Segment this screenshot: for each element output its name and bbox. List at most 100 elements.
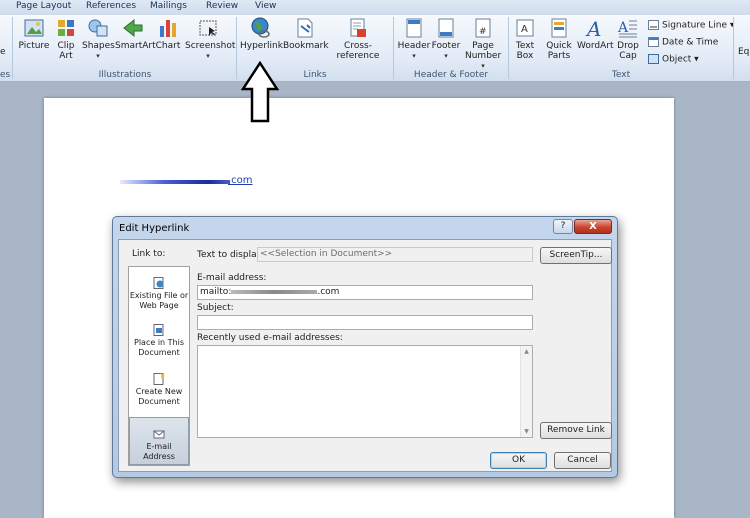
tab-mailings[interactable]: Mailings [150,1,187,11]
screenshot-button[interactable]: Screenshot ▾ [185,17,235,61]
link-to-place-in-document[interactable]: Place in This Document [129,324,189,358]
link-to-email-address[interactable]: E-mail Address [129,417,189,465]
text-to-display-label: Text to display: [197,250,265,260]
close-button[interactable]: X [574,219,612,234]
date-time-label: Date & Time [662,37,719,48]
scroll-down-icon[interactable]: ▼ [521,428,532,435]
hyperlink-label: Hyperlink [240,41,283,51]
tab-view[interactable]: View [255,1,276,11]
partial-group-label: es [0,70,11,80]
illustrations-group-label: Illustrations [98,70,152,80]
subject-label: Subject: [197,303,234,313]
quick-parts-icon [548,17,570,39]
bookmark-icon [293,17,315,39]
shapes-button[interactable]: Shapes ▾ [82,17,115,61]
dialog-title: Edit Hyperlink [119,223,190,234]
screenshot-label: Screenshot [185,41,236,51]
object-label: Object [662,54,692,65]
date-time-button[interactable]: Date & Time [648,37,718,49]
cross-reference-icon [347,17,369,39]
document-hyperlink[interactable]: .com [228,175,253,186]
link-to-label: Link to: [132,249,166,259]
object-button[interactable]: Object ▾ [648,54,699,66]
smartart-label: SmartArt [115,41,156,51]
page-number-button[interactable]: # Page Number ▾ [463,17,503,71]
edit-hyperlink-dialog: Edit Hyperlink ? X Link to: Existing Fil… [112,216,618,478]
recent-emails-label: Recently used e-mail addresses: [197,333,343,343]
tab-references[interactable]: References [86,1,136,11]
object-icon [648,54,659,64]
hyperlink-button[interactable]: Hyperlink [240,17,283,51]
header-label: Header [397,41,431,51]
partial-equation-label: Eq [738,47,750,57]
header-icon [403,17,425,39]
email-address-label: E-mail address: [197,273,267,283]
ribbon-tab-bar: Page Layout References Mailings Review V… [0,0,750,15]
cross-reference-button[interactable]: Cross-reference [327,17,389,61]
svg-text:#: # [479,27,487,37]
document-place-icon [153,324,165,336]
chart-label: Chart [155,41,181,51]
remove-link-button[interactable]: Remove Link [540,422,612,439]
recent-emails-list[interactable]: ▲ ▼ [197,345,533,438]
clip-art-button[interactable]: Clip Art [54,17,78,61]
clip-art-icon [55,17,77,39]
calendar-icon [648,37,659,47]
new-document-icon [153,373,165,385]
ribbon: e es Picture Clip Art Shapes ▾ SmartArt … [0,15,750,82]
text-box-label: Text Box [515,41,535,61]
signature-line-label: Signature Line [662,20,728,31]
link-to-existing-file[interactable]: Existing File or Web Page [129,277,189,311]
tab-review[interactable]: Review [206,1,238,11]
dialog-body: Link to: Existing File or Web Page Place… [118,239,612,472]
text-box-button[interactable]: A Text Box [511,17,539,61]
email-address-field[interactable]: mailto: .com [197,285,533,300]
text-box-icon: A [514,17,536,39]
footer-button[interactable]: Footer ▾ [431,17,461,61]
header-footer-group-label: Header & Footer [413,70,489,80]
drop-cap-button[interactable]: A Drop Cap [614,17,642,61]
svg-text:A: A [521,24,528,35]
signature-line-icon [648,20,659,30]
link-to-new-document[interactable]: Create New Document [129,373,189,407]
help-button[interactable]: ? [553,219,573,234]
picture-icon [23,17,45,39]
footer-icon [435,17,457,39]
cross-reference-label: Cross-reference [336,41,380,61]
svg-text:A: A [585,17,601,39]
cancel-button[interactable]: Cancel [554,452,611,469]
smartart-button[interactable]: SmartArt [115,17,156,51]
close-icon: X [589,221,597,232]
shapes-icon [87,17,109,39]
chart-icon [157,17,179,39]
bookmark-button[interactable]: Bookmark [283,17,329,51]
quick-parts-label: Quick Parts [546,41,572,61]
screentip-button[interactable]: ScreenTip... [540,247,612,264]
tab-page-layout[interactable]: Page Layout [16,1,71,11]
email-icon [153,428,165,440]
ok-button[interactable]: OK [490,452,547,469]
scroll-up-icon[interactable]: ▲ [521,348,532,355]
text-to-display-field[interactable]: <<Selection in Document>> [257,247,533,262]
quick-parts-button[interactable]: Quick Parts [542,17,576,61]
subject-field[interactable] [197,315,533,330]
link-to-panel: Existing File or Web Page Place in This … [128,266,190,466]
recent-emails-scrollbar[interactable]: ▲ ▼ [520,346,532,437]
link-to-place-label: Place in This Document [134,338,184,357]
header-button[interactable]: Header ▾ [397,17,431,61]
bookmark-label: Bookmark [283,41,329,51]
footer-label: Footer [431,41,461,51]
smartart-icon [122,17,144,39]
picture-button[interactable]: Picture [17,17,51,51]
wordart-button[interactable]: A WordArt [577,17,614,51]
globe-link-icon [250,17,272,39]
drop-cap-icon: A [617,17,639,39]
chart-button[interactable]: Chart [155,17,181,51]
page-number-label: Page Number [465,41,502,61]
clip-art-label: Clip Art [57,41,75,61]
screenshot-icon [197,17,219,39]
email-prefix: mailto: [200,287,232,297]
signature-line-button[interactable]: Signature Line ▾ [648,20,734,32]
text-group-label: Text [611,70,631,80]
wordart-label: WordArt [577,41,614,51]
